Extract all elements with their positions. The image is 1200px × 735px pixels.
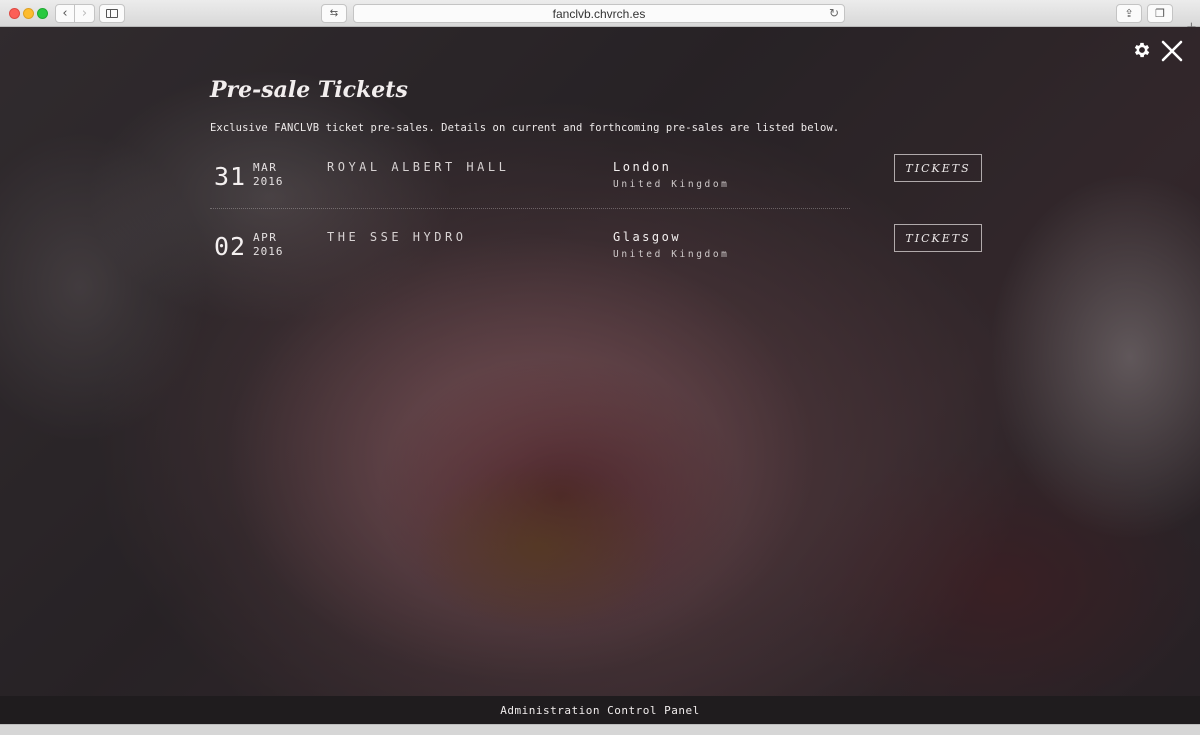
- event-day: 02: [214, 232, 247, 261]
- event-month: APR: [253, 231, 278, 244]
- event-venue: ROYAL ALBERT HALL: [327, 160, 510, 174]
- event-year: 2016: [253, 245, 284, 258]
- minimize-window-button[interactable]: [23, 8, 34, 19]
- navigation-buttons: ‹ ›: [55, 4, 95, 23]
- close-window-button[interactable]: [9, 8, 20, 19]
- reload-icon[interactable]: ↻: [829, 6, 839, 20]
- event-country: United Kingdom: [613, 249, 730, 260]
- event-country: United Kingdom: [613, 179, 730, 190]
- event-row: 31 MAR 2016 ROYAL ALBERT HALL London Uni…: [210, 154, 982, 214]
- tickets-button[interactable]: TICKETS: [894, 154, 982, 182]
- tabs-icon: ❐: [1155, 7, 1165, 20]
- sidebar-icon: [106, 9, 118, 18]
- chevron-right-icon: ›: [81, 6, 88, 21]
- row-divider: [210, 208, 850, 209]
- sidebar-toggle-button[interactable]: [99, 4, 125, 23]
- event-year: 2016: [253, 175, 284, 188]
- close-icon[interactable]: [1160, 39, 1184, 63]
- event-city: Glasgow: [613, 230, 682, 244]
- footer-bar: Administration Control Panel: [0, 696, 1200, 724]
- browser-toolbar: ‹ › ⇆ fanclvb.chvrch.es ↻ ⇪ ❐ +: [0, 0, 1200, 35]
- page-content: Pre-sale Tickets Exclusive FANCLVB ticke…: [0, 27, 1200, 696]
- forward-button[interactable]: ›: [75, 4, 95, 23]
- event-row: 02 APR 2016 THE SSE HYDRO Glasgow United…: [210, 224, 982, 284]
- page-description: Exclusive FANCLVB ticket pre-sales. Deta…: [210, 122, 840, 134]
- gear-icon[interactable]: [1132, 40, 1152, 60]
- event-venue: THE SSE HYDRO: [327, 230, 467, 244]
- admin-control-panel-link[interactable]: Administration Control Panel: [500, 704, 699, 717]
- chevron-left-icon: ‹: [62, 6, 68, 21]
- event-month: MAR: [253, 161, 278, 174]
- reader-button[interactable]: ⇆: [321, 4, 347, 23]
- url-text: fanclvb.chvrch.es: [552, 6, 646, 21]
- event-city: London: [613, 160, 672, 174]
- share-button[interactable]: ⇪: [1116, 4, 1142, 23]
- browser-bottom-bar: [0, 724, 1200, 735]
- tickets-button[interactable]: TICKETS: [894, 224, 982, 252]
- event-day: 31: [214, 162, 247, 191]
- address-bar[interactable]: fanclvb.chvrch.es ↻: [353, 4, 845, 23]
- reader-icon: ⇆: [329, 8, 339, 19]
- zoom-window-button[interactable]: [37, 8, 48, 19]
- back-button[interactable]: ‹: [55, 4, 75, 23]
- show-tabs-button[interactable]: ❐: [1147, 4, 1173, 23]
- share-icon: ⇪: [1124, 7, 1134, 20]
- page-title: Pre-sale Tickets: [210, 77, 408, 103]
